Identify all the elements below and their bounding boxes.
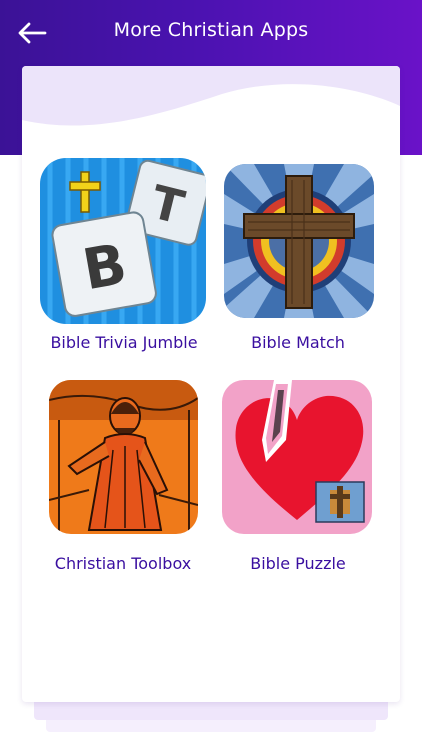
app-tile-bible-match[interactable]: Bible Match	[208, 158, 388, 358]
app-label: Bible Puzzle	[250, 554, 346, 573]
heart-puzzle-icon	[222, 380, 372, 534]
app-label: Christian Toolbox	[54, 554, 192, 573]
apps-card: T B Bible Trivia Jumble Bible Match Chri…	[22, 66, 400, 702]
app-tile-christian-toolbox[interactable]: Christian Toolbox	[22, 378, 202, 578]
app-tile-bible-trivia-jumble[interactable]: T B Bible Trivia Jumble	[22, 158, 206, 358]
app-tile-bible-puzzle[interactable]: Bible Puzzle	[208, 378, 388, 578]
jesus-figure-icon	[49, 380, 198, 534]
app-label: Bible Match	[251, 333, 345, 352]
page-title: More Christian Apps	[113, 19, 309, 41]
cross-icon	[224, 164, 374, 318]
card-wave-decoration	[22, 66, 400, 126]
app-label: Bible Trivia Jumble	[50, 333, 198, 352]
bible-trivia-jumble-icon: T B	[40, 158, 206, 324]
